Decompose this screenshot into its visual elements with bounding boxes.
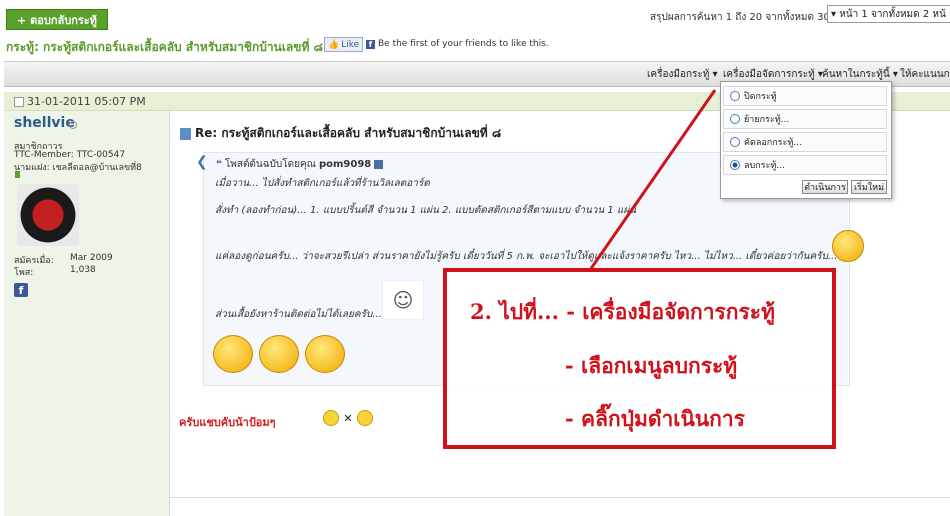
posts-value: 1,038 [70, 265, 96, 275]
quote-line-3: แค่ลองดูก่อนครับ... ว่าจะสวยรึเปล่า ส่วน… [215, 251, 838, 262]
annotation-line-1: 2. ไปที่... - เครื่องมือจัดการกระทู้ [470, 299, 775, 324]
laughing-smiley-icon [305, 335, 345, 373]
option-delete-thread[interactable]: ลบกระทู้... [723, 155, 887, 175]
radio-icon[interactable] [730, 91, 740, 101]
quote-author[interactable]: pom9098 [319, 159, 371, 170]
fighting-emoticon-icon: ✕ [323, 409, 373, 427]
post-date: 31-01-2011 05:07 PM [14, 95, 146, 108]
offline-status-icon [69, 121, 77, 129]
radio-icon[interactable] [730, 137, 740, 147]
reply-button[interactable]: + ตอบกลับกระทู้ [6, 9, 108, 30]
thread-title: กระทู้: กระทู้สติกเกอร์และเสื้อคลับ สำหร… [6, 40, 323, 54]
option-label: ปิดกระทู้ [744, 92, 777, 102]
option-label: ลบกระทู้... [744, 161, 785, 171]
nickname: นามแฝง: เชลลีดอล@บ้านเลขที่8 [14, 163, 142, 173]
laughing-smiley-icon [213, 335, 253, 373]
annotation-line-3: - คลิ๊กปุ่มดำเนินการ [565, 406, 745, 431]
rate-thread-menu[interactable]: ให้คะแนนกระ [900, 67, 950, 82]
facebook-icon[interactable]: f [14, 283, 28, 297]
post-title: Re: กระทู้สติกเกอร์และเสื้อคลับ สำหรับสม… [180, 124, 501, 143]
post-date-text: 31-01-2011 05:07 PM [27, 95, 146, 108]
facebook-icon: f [366, 39, 375, 49]
fb-social-text: Be the first of your friends to like thi… [378, 39, 549, 49]
post-divider [170, 497, 950, 498]
results-summary: สรุปผลการค้นหา 1 ถึง 20 จากทั้งหมด 30 [650, 12, 830, 23]
document-icon [180, 127, 191, 140]
quote-line-2: สั่งทำ (ลองทำก่อน)... 1. แบบปริ้นต์สี จำ… [215, 205, 637, 216]
cartoon-emoticon-icon: ☺ [382, 280, 424, 320]
avatar [17, 184, 79, 246]
sly-smiley-icon [832, 230, 864, 265]
facebook-like-text: f Be the first of your friends to like t… [366, 39, 549, 49]
laughing-smileys [213, 335, 345, 373]
member-id: TTC-Member: TTC-00547 [14, 150, 126, 160]
page-select[interactable]: ▾ หน้า 1 จากทั้งหมด 2 หน้ [827, 5, 950, 23]
quote-icon: ❝ [216, 159, 222, 170]
posts-label: โพส: [14, 268, 34, 278]
thumbs-up-icon: 👍 [328, 39, 340, 50]
like-label: Like [341, 39, 360, 50]
admin-tools-menu[interactable]: เครื่องมือจัดการกระทู้ ▾ [723, 67, 823, 82]
post-icon [14, 96, 24, 107]
quote-line-1: เมื่อวาน... ไปสั่งทำสติกเกอร์แล้วที่ร้าน… [215, 178, 430, 189]
quote-header: ❝ โพสต์ต้นฉบับโดยคุณ pom9098 [216, 157, 384, 172]
facebook-like-button[interactable]: 👍 Like [324, 37, 364, 52]
reputation-icon [15, 171, 20, 178]
thread-tools-menu[interactable]: เครื่องมือกระทู้ ▾ [647, 67, 718, 82]
go-button[interactable]: ดำเนินการ [802, 180, 848, 194]
chevron-left-icon: ❮ [196, 154, 208, 170]
annotation-line-2: - เลือกเมนูลบกระทู้ [565, 353, 738, 378]
join-value: Mar 2009 [70, 253, 113, 263]
quote-line-4: ส่วนเสื้อยังหาร้านติดต่อไม่ได้เลยครับ... [215, 309, 382, 320]
username-link[interactable]: shellvie [14, 115, 75, 131]
view-post-icon[interactable] [374, 160, 384, 169]
option-label: ย้ายกระทู้... [744, 115, 790, 125]
radio-selected-icon[interactable] [730, 160, 740, 170]
reply-text: ครับแชบคับน้าป้อมๆ [179, 416, 276, 429]
quote-author-prefix: โพสต์ต้นฉบับโดยคุณ [224, 159, 316, 170]
option-copy-thread[interactable]: คัดลอกกระทู้... [723, 132, 887, 152]
reset-button[interactable]: เริ่มใหม่ [851, 180, 887, 194]
radio-icon[interactable] [730, 114, 740, 124]
option-move-thread[interactable]: ย้ายกระทู้... [723, 109, 887, 129]
search-thread-menu[interactable]: ค้นหาในกระทู้นี้ ▾ [822, 67, 898, 82]
option-close-thread[interactable]: ปิดกระทู้ [723, 86, 887, 106]
option-label: คัดลอกกระทู้... [744, 138, 802, 148]
laughing-smiley-icon [259, 335, 299, 373]
post-title-text: Re: กระทู้สติกเกอร์และเสื้อคลับ สำหรับสม… [195, 126, 502, 140]
